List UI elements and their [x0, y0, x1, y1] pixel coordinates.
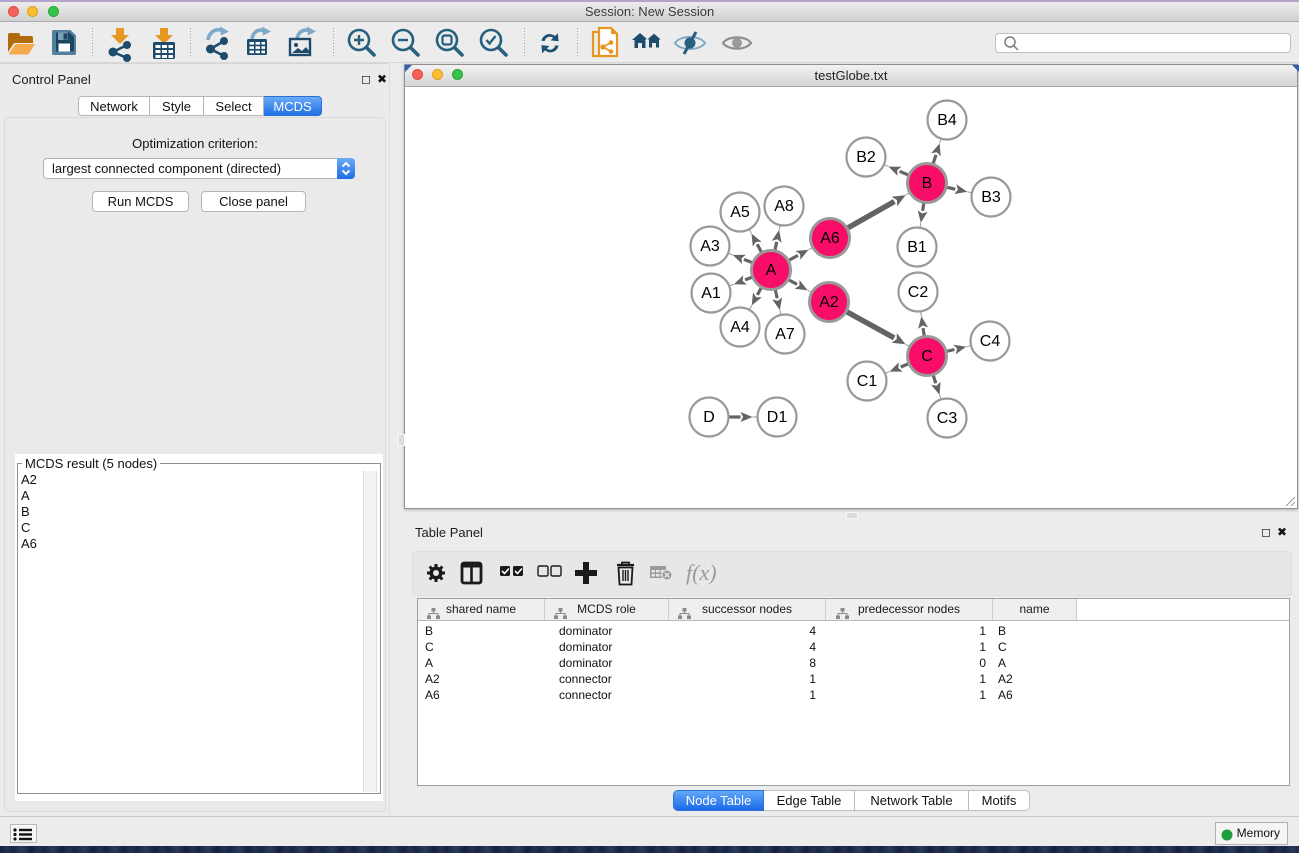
svg-text:B2: B2	[856, 149, 876, 166]
svg-text:f(x): f(x)	[686, 560, 717, 585]
svg-text:A1: A1	[701, 285, 721, 302]
svg-text:A6: A6	[820, 230, 840, 247]
svg-text:A3: A3	[700, 238, 720, 255]
svg-text:C1: C1	[857, 373, 878, 390]
svg-text:A7: A7	[775, 326, 795, 343]
svg-text:A: A	[766, 262, 777, 279]
svg-text:A2: A2	[819, 294, 839, 311]
svg-text:D1: D1	[767, 409, 788, 426]
svg-text:A5: A5	[730, 204, 750, 221]
svg-text:C2: C2	[908, 284, 929, 301]
svg-text:B1: B1	[907, 239, 927, 256]
svg-text:C: C	[921, 348, 933, 365]
svg-text:C3: C3	[937, 410, 958, 427]
svg-text:D: D	[703, 409, 715, 426]
svg-text:B3: B3	[981, 189, 1001, 206]
svg-text:A4: A4	[730, 319, 750, 336]
svg-text:B4: B4	[937, 112, 957, 129]
svg-text:A8: A8	[774, 198, 794, 215]
svg-text:C4: C4	[980, 333, 1001, 350]
svg-text:B: B	[922, 175, 933, 192]
